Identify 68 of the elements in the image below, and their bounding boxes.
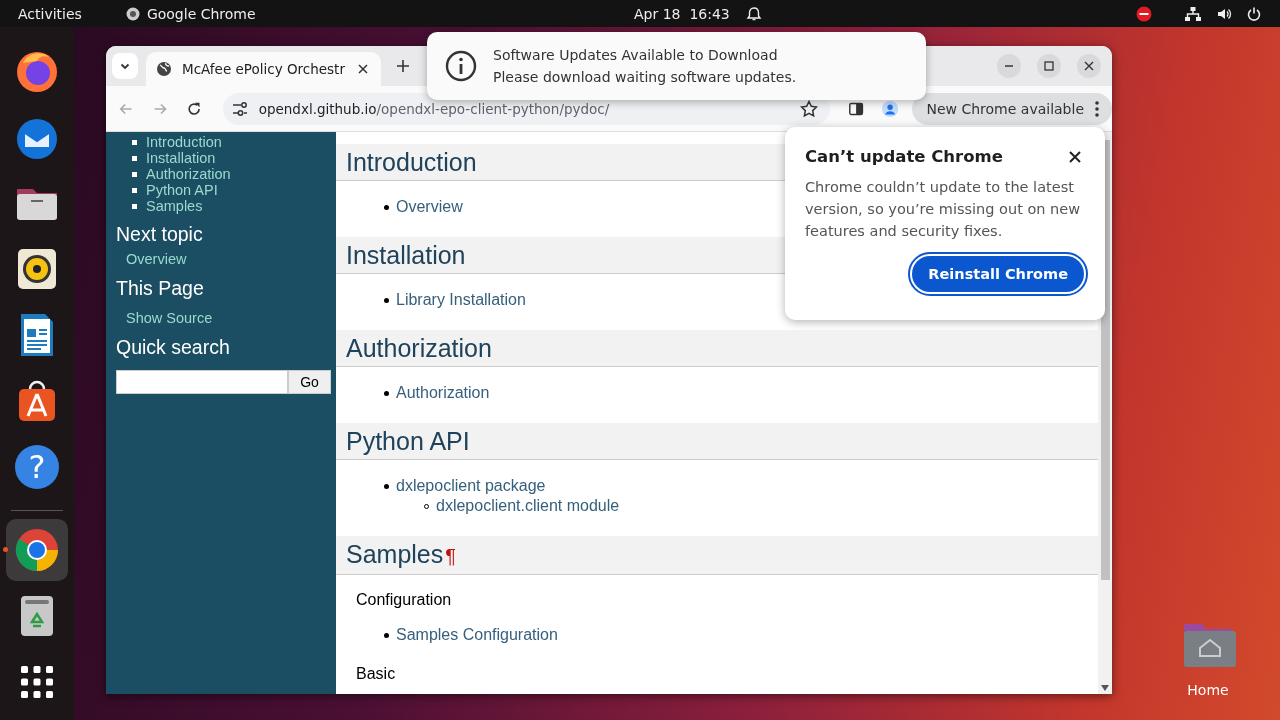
bullet-icon <box>384 204 389 210</box>
close-icon <box>357 64 368 74</box>
doc-link[interactable]: Library Installation <box>396 290 526 310</box>
bullet-icon <box>132 155 137 161</box>
maximize-icon <box>1043 60 1055 72</box>
chrome-icon[interactable] <box>13 526 61 574</box>
do-not-disturb-icon[interactable] <box>1136 5 1152 22</box>
star-icon[interactable] <box>800 99 819 118</box>
globe-icon <box>156 61 172 77</box>
close-icon <box>1083 60 1095 72</box>
notification-body: Please download waiting software updates. <box>493 69 797 85</box>
bullet-icon <box>132 171 137 177</box>
sidebar-link[interactable]: Authorization <box>146 166 231 182</box>
maximize-button[interactable] <box>1037 54 1061 78</box>
go-button[interactable]: Go <box>288 370 331 394</box>
bullet-icon <box>132 187 137 193</box>
section-heading: Python API <box>336 423 1098 460</box>
notification-banner[interactable]: Software Updates Available to Download Please download waiting software updates. <box>427 32 926 100</box>
section-heading: Samples¶ <box>336 536 1098 575</box>
doc-link[interactable]: dxlepoclient package <box>396 476 546 496</box>
help-button[interactable]: ? <box>15 445 59 489</box>
doc-link[interactable]: Authorization <box>396 383 490 403</box>
close-button[interactable] <box>1077 54 1101 78</box>
doc-link[interactable]: Samples Configuration <box>396 625 558 645</box>
minimize-button[interactable] <box>997 54 1021 78</box>
desktop-icon-label: Home <box>1187 682 1229 698</box>
bullet-icon <box>384 297 389 303</box>
paragraph: Basic <box>356 665 397 683</box>
section-heading: Authorization <box>336 330 1098 367</box>
network-icon[interactable] <box>1184 5 1202 22</box>
sidebar-link[interactable]: Installation <box>146 150 216 166</box>
power-icon[interactable] <box>1246 5 1262 22</box>
sidebar-link[interactable]: Show Source <box>126 310 213 326</box>
activities-button[interactable]: Activities <box>0 5 82 22</box>
permalink[interactable]: ¶ <box>445 545 456 567</box>
bullet-icon <box>132 139 137 145</box>
bullet-icon <box>132 203 137 209</box>
paragraph: Configuration <box>356 591 453 609</box>
scroll-down-icon[interactable] <box>1101 685 1109 691</box>
clock[interactable]: Apr 18 16:43 <box>634 5 730 22</box>
sidebar-heading: Next topic <box>116 223 204 245</box>
sidebar-link[interactable]: Overview <box>126 251 187 267</box>
sidebar-heading: This Page <box>116 277 205 299</box>
close-icon <box>1069 150 1081 163</box>
sidebar-heading: Quick search <box>116 336 231 358</box>
tab-search-button[interactable] <box>112 53 138 79</box>
close-button[interactable] <box>1067 148 1083 165</box>
browser-tab[interactable]: McAfee ePolicy Orchestr <box>146 52 381 86</box>
plus-icon <box>395 59 410 73</box>
notification-title: Software Updates Available to Download <box>493 47 779 63</box>
info-icon <box>445 50 477 82</box>
bullet-icon <box>384 632 389 638</box>
profile-avatar-icon[interactable] <box>882 99 899 118</box>
bell-icon[interactable] <box>745 5 762 22</box>
doc-link[interactable]: Overview <box>396 197 463 217</box>
app-menu[interactable]: Google Chrome <box>146 5 256 22</box>
site-settings-icon[interactable] <box>230 99 249 118</box>
update-chip[interactable]: New Chrome available <box>912 92 1112 125</box>
sidebar-link[interactable]: Python API <box>146 182 218 198</box>
sidebar-link[interactable]: Samples <box>146 198 203 214</box>
more-icon <box>1094 99 1100 118</box>
sidebar-link[interactable]: Introduction <box>146 134 222 150</box>
doc-link[interactable]: dxlepoclient.client module <box>436 496 620 516</box>
bullet-icon <box>384 483 389 489</box>
chrome-icon <box>125 6 140 21</box>
dialog-title: Can’t update Chrome <box>805 147 1003 166</box>
bullet-icon <box>384 390 389 396</box>
search-field[interactable] <box>116 370 288 394</box>
